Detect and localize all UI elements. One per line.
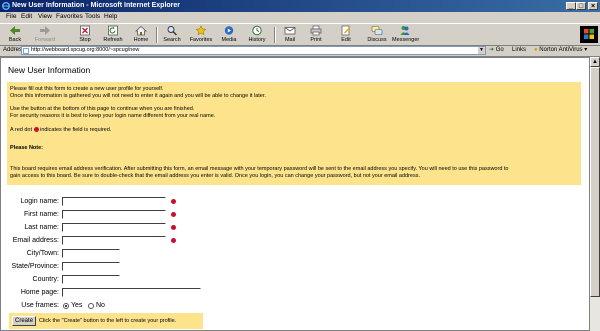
info-box: Please fill out this form to create a ne… [7, 82, 581, 185]
menu-file[interactable]: File [6, 12, 16, 22]
search-icon [167, 26, 177, 36]
menu-help[interactable]: Help [104, 12, 117, 22]
note-line: gain access to this board. Be sure to do… [10, 173, 420, 179]
required-dot-icon [33, 127, 39, 133]
mail-icon [284, 27, 296, 35]
note-line: This board requires email address verifi… [10, 166, 509, 172]
address-url: http://webboard.spcug.org:8000/~spcug/ne… [31, 47, 140, 53]
go-arrow-icon: ➜ [489, 47, 495, 53]
history-button[interactable]: History [244, 25, 270, 45]
home-page-label: Home page: [20, 289, 59, 296]
menu-favorites[interactable]: Favorites [56, 12, 83, 22]
last-name-input[interactable] [62, 223, 166, 232]
stop-button[interactable]: Stop [72, 25, 98, 45]
use-frames-label: Use frames: [21, 302, 59, 309]
window-title: New User Information - Microsoft Interne… [12, 2, 181, 9]
links-button[interactable]: Links [512, 46, 526, 55]
refresh-button[interactable]: Refresh [100, 25, 126, 45]
info-line: Once this information is gathered you wi… [10, 93, 266, 99]
chevron-down-icon: ▾ [584, 47, 588, 53]
page-content: New User Information Please fill out thi… [0, 57, 590, 331]
page-title: New User Information [8, 65, 91, 75]
country-label: Country: [32, 276, 59, 283]
menu-tools[interactable]: Tools [85, 12, 100, 22]
vertical-scrollbar[interactable]: ▲ [590, 57, 600, 331]
first-name-input[interactable] [62, 210, 166, 219]
required-dot-icon [171, 238, 176, 243]
go-button[interactable]: ➜ Go [489, 46, 504, 55]
close-button[interactable]: × [588, 2, 598, 10]
messenger-button[interactable]: Messenger [392, 25, 419, 45]
required-legend: A red dot indicates the field is require… [10, 127, 112, 133]
windows-logo-icon [580, 26, 598, 43]
city-label: City/Town: [26, 250, 59, 257]
edit-button[interactable]: Edit [333, 25, 359, 45]
history-icon [252, 25, 262, 36]
scroll-up-arrow-icon[interactable]: ▲ [590, 57, 600, 67]
info-line: Please fill out this form to create a ne… [10, 86, 164, 92]
country-input[interactable] [62, 275, 120, 284]
page-icon [23, 48, 29, 54]
messenger-icon [400, 26, 410, 35]
create-button[interactable]: Create [12, 316, 36, 326]
back-button[interactable]: Back [2, 25, 28, 45]
city-input[interactable] [62, 249, 120, 258]
favorites-button[interactable]: Favorites [188, 25, 214, 45]
toolbar-separator [274, 27, 276, 43]
ie-logo-icon [2, 2, 10, 10]
scrollbar-thumb[interactable] [590, 67, 600, 297]
create-hint: Click the "Create" button to the left to… [39, 318, 177, 324]
last-name-label: Last name: [24, 224, 59, 231]
home-page-input[interactable] [62, 288, 201, 297]
email-address-input[interactable] [62, 236, 166, 245]
printer-icon [310, 25, 322, 36]
note-heading: Please Note: [10, 145, 44, 151]
print-button[interactable]: Print [303, 25, 329, 45]
info-line: Use the button at the bottom of this pag… [10, 106, 195, 112]
media-button[interactable]: Media [216, 25, 242, 45]
toolbar-separator [156, 27, 158, 43]
stop-icon [80, 25, 90, 36]
forward-arrow-icon [40, 26, 50, 35]
menu-bar: File Edit View Favorites Tools Help [0, 12, 600, 22]
address-dropdown-arrow-icon[interactable]: ▼ [478, 47, 485, 54]
minimize-button[interactable]: _ [566, 2, 576, 10]
edit-page-icon [341, 25, 351, 36]
required-dot-icon [171, 225, 176, 230]
toolbar: Back Forward Stop Refresh Home Search Fa… [0, 23, 600, 46]
login-name-label: Login name: [20, 198, 59, 205]
address-bar: Address http://webboard.spcug.org:8000/~… [0, 45, 600, 57]
discuss-button[interactable]: Discuss [364, 25, 390, 45]
first-name-label: First name: [23, 211, 59, 218]
login-name-input[interactable] [62, 197, 166, 206]
frames-yes-radio[interactable] [63, 303, 69, 309]
search-button[interactable]: Search [159, 25, 185, 45]
norton-antivirus-button[interactable]: ● Norton AntiVirus ▾ [534, 46, 587, 55]
refresh-icon [108, 25, 118, 36]
state-input[interactable] [62, 262, 120, 271]
forward-button[interactable]: Forward [32, 25, 58, 45]
state-label: State/Province: [11, 263, 59, 270]
back-arrow-icon [10, 26, 20, 35]
frames-no-label: No [96, 302, 105, 309]
menu-edit[interactable]: Edit [21, 12, 32, 22]
frames-no-radio[interactable] [88, 303, 94, 309]
mail-button[interactable]: Mail [277, 25, 303, 45]
email-address-label: Email address: [12, 237, 59, 244]
home-button[interactable]: Home [128, 25, 154, 45]
maximize-button[interactable]: □ [576, 2, 586, 10]
create-bar: Create Click the "Create" button to the … [9, 313, 203, 329]
required-dot-icon [171, 212, 176, 217]
norton-icon: ● [534, 47, 538, 53]
favorites-star-icon [195, 25, 207, 36]
menu-view[interactable]: View [38, 12, 52, 22]
frames-yes-label: Yes [71, 302, 83, 309]
title-bar: New User Information - Microsoft Interne… [0, 0, 600, 12]
home-icon [135, 25, 147, 36]
discuss-icon [371, 26, 383, 35]
info-line: For security reasons it is best to keep … [10, 113, 216, 119]
required-dot-icon [171, 199, 176, 204]
media-icon [224, 26, 234, 35]
address-input[interactable]: http://webboard.spcug.org:8000/~spcug/ne… [21, 46, 486, 55]
